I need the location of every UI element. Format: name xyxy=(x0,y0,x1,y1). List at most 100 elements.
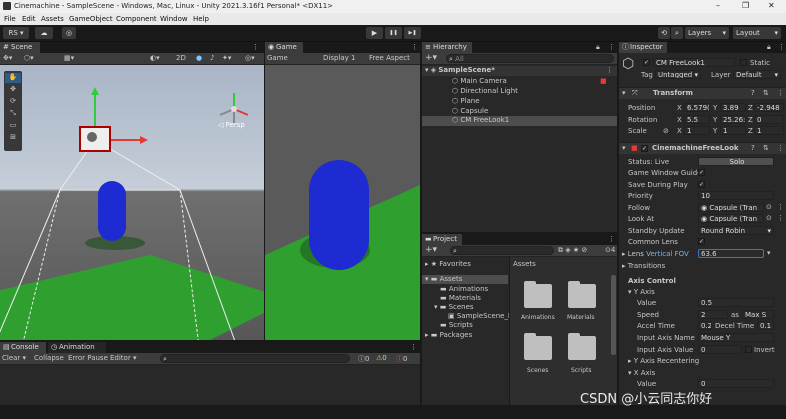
preset-icon[interactable]: ⇅ xyxy=(763,144,769,152)
play-button[interactable]: ▶ xyxy=(366,27,383,39)
more-icon[interactable]: ⋮ xyxy=(608,43,615,51)
tab-hierarchy[interactable]: ≡ Hierarchy xyxy=(422,42,472,53)
favorites-node[interactable]: ▸ ★ Favorites xyxy=(425,260,471,268)
search-icon[interactable]: ⌕ xyxy=(671,27,683,39)
pause-button[interactable]: ❚❚ xyxy=(385,27,402,39)
project-search-input[interactable]: ⌕ xyxy=(450,246,554,255)
position-z[interactable]: -2.948 xyxy=(754,103,784,112)
add-button[interactable]: +▾ xyxy=(425,53,437,63)
list-item[interactable]: ⬡ Directional Light xyxy=(452,87,518,95)
preset-icon[interactable]: ⇅ xyxy=(763,89,769,97)
collapse-button[interactable]: Collapse xyxy=(34,354,64,362)
layout-dropdown[interactable]: Layout ▾ xyxy=(733,27,781,39)
cloud-icon[interactable]: ☁ xyxy=(35,27,53,39)
toggle-2d-button[interactable]: 2D xyxy=(176,54,186,62)
editor-dropdown[interactable]: Editor ▾ xyxy=(110,354,136,362)
list-item[interactable]: ⬡ Capsule xyxy=(452,107,488,115)
component-enabled-checkbox[interactable]: ✓ xyxy=(641,145,648,152)
input-axis-value-field[interactable]: 0 xyxy=(698,345,742,354)
effects-icon[interactable]: ✦▾ xyxy=(222,54,231,62)
y-value-field[interactable]: 0.5 xyxy=(698,298,774,307)
lock-icon[interactable]: 🔒︎ xyxy=(767,43,771,52)
error-pause-button[interactable]: Error Pause xyxy=(68,354,108,362)
packages-node[interactable]: ▸ ▬ Packages xyxy=(425,331,472,339)
active-checkbox[interactable]: ✓ xyxy=(643,59,650,66)
menu-assets[interactable]: Assets xyxy=(41,15,64,23)
console-search-input[interactable]: ⌕ xyxy=(160,354,350,363)
close-button[interactable]: ✕ xyxy=(768,1,775,10)
layers-dropdown[interactable]: Layers ▾ xyxy=(685,27,729,39)
lighting-icon[interactable]: ● xyxy=(196,54,202,62)
scale-y[interactable]: 1 xyxy=(720,126,746,135)
filter-icons[interactable]: ⧉ ◈ ★ ⊘ xyxy=(558,246,587,255)
rotation-x[interactable]: 5.5 xyxy=(684,115,710,124)
menu-window[interactable]: Window xyxy=(160,15,188,23)
x-axis-foldout[interactable]: ▾ X Axis xyxy=(628,369,655,377)
rect-tool-icon[interactable]: ▭ xyxy=(5,121,21,131)
look-at-field[interactable]: ◉ Capsule (Tran xyxy=(698,214,764,223)
target-picker-icon[interactable]: ⊙ xyxy=(766,203,772,211)
input-axis-name-field[interactable]: Mouse Y xyxy=(698,333,774,342)
project-breadcrumb[interactable]: Assets xyxy=(513,260,536,268)
folder-icon[interactable] xyxy=(524,333,552,360)
move-tool-icon[interactable]: ✥ xyxy=(5,85,21,95)
menu-gameobject[interactable]: GameObject xyxy=(69,15,113,23)
accel-time-field[interactable]: 0.2 xyxy=(698,321,712,330)
follow-field[interactable]: ◉ Capsule (Tran xyxy=(698,203,764,212)
folder-icon[interactable] xyxy=(524,281,552,308)
menu-help[interactable]: Help xyxy=(193,15,209,23)
tab-game[interactable]: ◉ Game xyxy=(265,42,303,53)
scale-x[interactable]: 1 xyxy=(684,126,710,135)
folder-icon[interactable] xyxy=(568,281,596,308)
tab-console[interactable]: ▤ Console xyxy=(0,342,46,353)
pivot-icon[interactable]: ⬡▾ xyxy=(24,54,34,62)
maximize-button[interactable]: ❐ xyxy=(742,1,749,10)
list-item[interactable]: ⬡ Plane xyxy=(452,97,480,105)
transform-header[interactable]: ▾ ⤧ Transform ? ⇅ ⋮ xyxy=(619,87,786,99)
x-value-field[interactable]: 0 xyxy=(698,379,774,388)
tree-item[interactable]: ▬ Materials xyxy=(440,294,481,302)
link-icon[interactable]: ⊘ xyxy=(663,127,669,135)
rotate-tool-icon[interactable]: ⟳ xyxy=(5,97,21,107)
menu-edit[interactable]: Edit xyxy=(22,15,36,23)
warning-count[interactable]: ⚠0 xyxy=(376,354,387,362)
step-button[interactable]: ▶❚ xyxy=(404,27,421,39)
save-during-play-checkbox[interactable]: ✓ xyxy=(698,181,705,188)
more-icon[interactable]: ⋮ xyxy=(777,89,784,97)
tab-animation[interactable]: ◷ Animation xyxy=(48,342,106,353)
lens-fov-field[interactable]: 63.6 xyxy=(698,249,764,258)
lock-icon[interactable]: 🔒︎ xyxy=(596,43,600,52)
decel-time-field[interactable]: 0.1 xyxy=(757,321,774,330)
more-icon[interactable]: ⋮ xyxy=(777,144,784,152)
layer-dropdown[interactable]: Default ▾ xyxy=(733,70,781,79)
error-count[interactable]: ⓘ0 xyxy=(396,354,407,364)
rotation-z[interactable]: 0 xyxy=(754,115,784,124)
transform-tool-icon[interactable]: ⊞ xyxy=(5,133,21,143)
game-viewport[interactable] xyxy=(265,65,420,340)
position-x[interactable]: 6.579( xyxy=(684,103,710,112)
more-icon[interactable]: ⋮ xyxy=(777,214,784,222)
info-count[interactable]: ⓘ0 xyxy=(358,354,369,364)
tool-handle-icon[interactable]: ✥▾ xyxy=(3,54,12,62)
invert-checkbox[interactable] xyxy=(745,346,752,353)
more-icon[interactable]: ⋮ xyxy=(777,203,784,211)
speed-field[interactable]: 2 xyxy=(698,310,728,319)
lens-mode-dropdown[interactable]: ▾ xyxy=(767,249,771,257)
persp-label[interactable]: ◁ Persp xyxy=(218,121,245,129)
minimize-button[interactable]: – xyxy=(716,1,720,10)
common-lens-checkbox[interactable]: ✓ xyxy=(698,238,705,245)
list-item[interactable]: ⬡ Main Camera xyxy=(452,77,507,85)
tab-scene[interactable]: # Scene xyxy=(0,42,40,53)
help-icon[interactable]: ? xyxy=(751,89,755,97)
menu-component[interactable]: Component xyxy=(116,15,157,23)
rotation-y[interactable]: 25.26: xyxy=(720,115,746,124)
tree-item[interactable]: ▬ Animations xyxy=(440,285,488,293)
more-icon[interactable]: ⋮ xyxy=(778,43,785,51)
display-dropdown[interactable]: Display 1 xyxy=(323,54,355,62)
object-name-field[interactable]: CM FreeLook1 xyxy=(653,58,735,67)
standby-update-dropdown[interactable]: Round Robin ▾ xyxy=(698,226,774,235)
more-icon[interactable]: ⋮ xyxy=(410,343,417,351)
scale-tool-icon[interactable]: ⤡ xyxy=(5,109,21,119)
history-icon[interactable]: ⟲ xyxy=(658,27,670,39)
static-checkbox[interactable] xyxy=(740,59,747,66)
